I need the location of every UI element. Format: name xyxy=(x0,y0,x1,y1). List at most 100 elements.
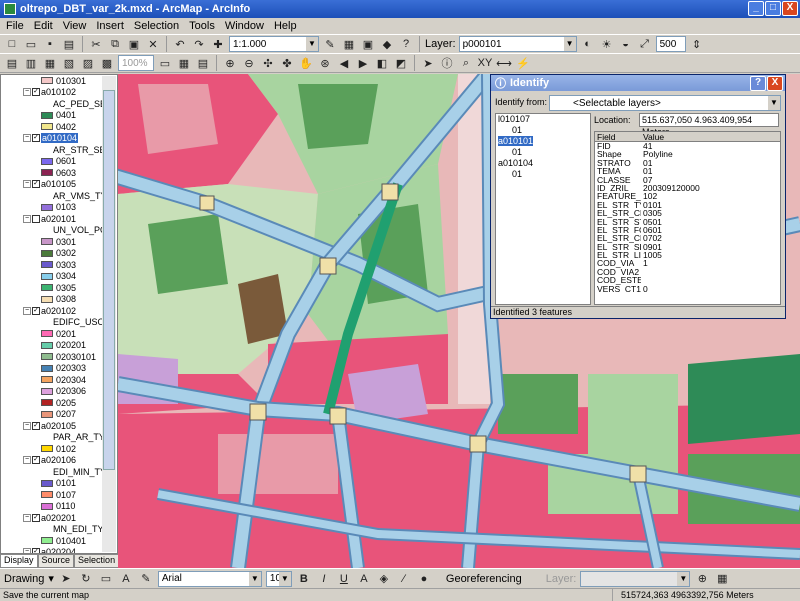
bookmark-icon[interactable]: ▨ xyxy=(80,55,96,71)
identify-tree-item[interactable]: a010104 xyxy=(496,158,590,169)
rectangle-icon[interactable]: ▭ xyxy=(98,571,114,587)
arctoolbox-icon[interactable]: ▦ xyxy=(341,36,357,52)
fixed-zoom-in-icon[interactable]: ✣ xyxy=(260,55,276,71)
layout-icon[interactable]: ▤ xyxy=(4,55,20,71)
layer-visibility-checkbox[interactable]: ✓ xyxy=(32,180,40,189)
table-icon[interactable]: ▦ xyxy=(42,55,58,71)
collapse-icon[interactable]: − xyxy=(23,421,31,430)
select-pointer-icon[interactable]: ➤ xyxy=(420,55,436,71)
control-points-icon[interactable]: ⊕ xyxy=(694,571,710,587)
bold-icon[interactable]: B xyxy=(296,571,312,587)
text-icon[interactable]: A xyxy=(118,571,134,587)
overview-icon[interactable]: ▩ xyxy=(99,55,115,71)
zoom-select[interactable]: 100% xyxy=(118,55,154,71)
table-row[interactable]: EL_STR_TY 0101 xyxy=(595,200,780,209)
attributes-icon[interactable]: ▧ xyxy=(61,55,77,71)
collapse-icon[interactable]: − xyxy=(23,306,31,315)
contrast-icon[interactable]: ◐ xyxy=(580,36,596,52)
map-scale-select[interactable]: 1:1.000 ▼ xyxy=(229,36,319,52)
layer-visibility-checkbox[interactable]: ✓ xyxy=(32,456,40,465)
new-icon[interactable]: □ xyxy=(4,36,20,52)
layer-visibility-checkbox[interactable]: ✓ xyxy=(32,306,40,315)
table-row[interactable]: COD_VIA2 xyxy=(595,268,780,276)
go-to-xy-icon[interactable]: XY xyxy=(477,55,493,71)
table-row[interactable]: COD_VIA 1 xyxy=(595,259,780,268)
table-row[interactable]: EL_STR_FON0601 xyxy=(595,225,780,234)
find-icon[interactable]: ⌕ xyxy=(458,55,474,71)
collapse-icon[interactable]: − xyxy=(23,180,31,189)
georef-layer-select[interactable]: ▼ xyxy=(580,570,691,587)
model-icon[interactable]: ◆ xyxy=(379,36,395,52)
fill-color-icon[interactable]: ◈ xyxy=(376,571,392,587)
table-row[interactable]: FID 41 xyxy=(595,142,780,151)
font-size-select[interactable]: 10 ▼ xyxy=(265,570,292,587)
menu-view[interactable]: View xyxy=(63,20,87,32)
stepper-icon[interactable]: ⇕ xyxy=(689,36,705,52)
editor-icon[interactable]: ✎ xyxy=(322,36,338,52)
toc-layer-row[interactable]: − ✓ a020204 xyxy=(1,547,117,553)
save-icon[interactable]: ▪ xyxy=(42,36,58,52)
open-icon[interactable]: ▭ xyxy=(23,36,39,52)
underline-icon[interactable]: U xyxy=(336,571,352,587)
menu-help[interactable]: Help xyxy=(274,20,297,32)
brightness-icon[interactable]: ☀ xyxy=(599,36,615,52)
clear-selection-icon[interactable]: ◩ xyxy=(393,55,409,71)
collapse-icon[interactable]: − xyxy=(23,134,31,143)
identify-tree-item[interactable]: l010107 xyxy=(496,114,590,125)
transparency-icon[interactable]: ◒ xyxy=(618,36,634,52)
print-icon[interactable]: ▤ xyxy=(61,36,77,52)
command-line-icon[interactable]: ▣ xyxy=(360,36,376,52)
identify-icon[interactable]: ⓘ xyxy=(439,55,455,71)
table-row[interactable]: FEATURE_ID102 xyxy=(595,192,780,201)
toc-layer-row[interactable]: − a020101 xyxy=(1,213,117,225)
menu-selection[interactable]: Selection xyxy=(134,20,179,32)
font-color-icon[interactable]: A xyxy=(356,571,372,587)
cut-icon[interactable]: ✂ xyxy=(88,36,104,52)
tab-selection[interactable]: Selection xyxy=(74,554,120,568)
identify-tree-item[interactable]: 01 xyxy=(496,169,590,180)
symbol-size-icon[interactable]: ⤢ xyxy=(637,36,653,52)
tab-display[interactable]: Display xyxy=(0,554,38,568)
layer-visibility-checkbox[interactable]: ✓ xyxy=(32,513,40,522)
table-row[interactable]: EL_STR_STA0501 xyxy=(595,217,780,226)
collapse-icon[interactable]: − xyxy=(23,456,31,465)
zoom-in-icon[interactable]: ⊕ xyxy=(222,55,238,71)
link-table-icon[interactable]: ▦ xyxy=(714,571,730,587)
hyperlink-icon[interactable]: ⚡ xyxy=(515,55,531,71)
scroll-thumb[interactable] xyxy=(103,90,115,470)
close-button[interactable]: X xyxy=(782,1,798,16)
toc-layer-row[interactable]: − ✓ a010102 xyxy=(1,87,117,99)
layer-visibility-checkbox[interactable] xyxy=(32,214,40,223)
delete-icon[interactable]: ✕ xyxy=(145,36,161,52)
grid-icon[interactable]: ▦ xyxy=(176,55,192,71)
menu-file[interactable]: File xyxy=(6,20,24,32)
select-elements-icon[interactable]: ➤ xyxy=(58,571,74,587)
identify-tree-item[interactable]: 01 xyxy=(496,147,590,158)
table-row[interactable]: VERS_CT10 0 xyxy=(595,284,780,293)
toc-scrollbar[interactable] xyxy=(102,76,116,552)
layer-visibility-checkbox[interactable]: ✓ xyxy=(32,88,40,97)
chevron-down-icon[interactable]: ▾ xyxy=(48,572,54,585)
full-extent-icon[interactable]: ⊛ xyxy=(317,55,333,71)
identify-title-bar[interactable]: ⓘ Identify ? X xyxy=(491,75,785,91)
layer-visibility-checkbox[interactable]: ✓ xyxy=(32,134,40,143)
georeferencing-menu[interactable]: Georeferencing xyxy=(446,573,522,585)
guides-icon[interactable]: ▤ xyxy=(195,55,211,71)
collapse-icon[interactable]: − xyxy=(23,214,31,223)
field-column-header[interactable]: Field xyxy=(595,132,641,141)
menu-tools[interactable]: Tools xyxy=(189,20,215,32)
add-data-icon[interactable]: ✚ xyxy=(210,36,226,52)
table-row[interactable]: EL_STR_LIV1005 xyxy=(595,251,780,260)
table-row[interactable]: COD_ESTESA xyxy=(595,276,780,284)
menu-edit[interactable]: Edit xyxy=(34,20,53,32)
layer-select[interactable]: p000101 ▼ xyxy=(458,36,577,52)
select-features-icon[interactable]: ◧ xyxy=(374,55,390,71)
table-row[interactable]: EL_STR_CL 0702 xyxy=(595,234,780,243)
redo-icon[interactable]: ↷ xyxy=(191,36,207,52)
forward-icon[interactable]: ▶ xyxy=(355,55,371,71)
size-input[interactable]: 500 xyxy=(655,36,686,52)
toc-layer-row[interactable]: − ✓ a010104 xyxy=(1,133,117,145)
toc-layer-row[interactable]: − ✓ a020105 xyxy=(1,420,117,432)
table-row[interactable]: EL_STR_SED0901 xyxy=(595,242,780,251)
toc-layer-row[interactable]: − ✓ a020102 xyxy=(1,305,117,317)
